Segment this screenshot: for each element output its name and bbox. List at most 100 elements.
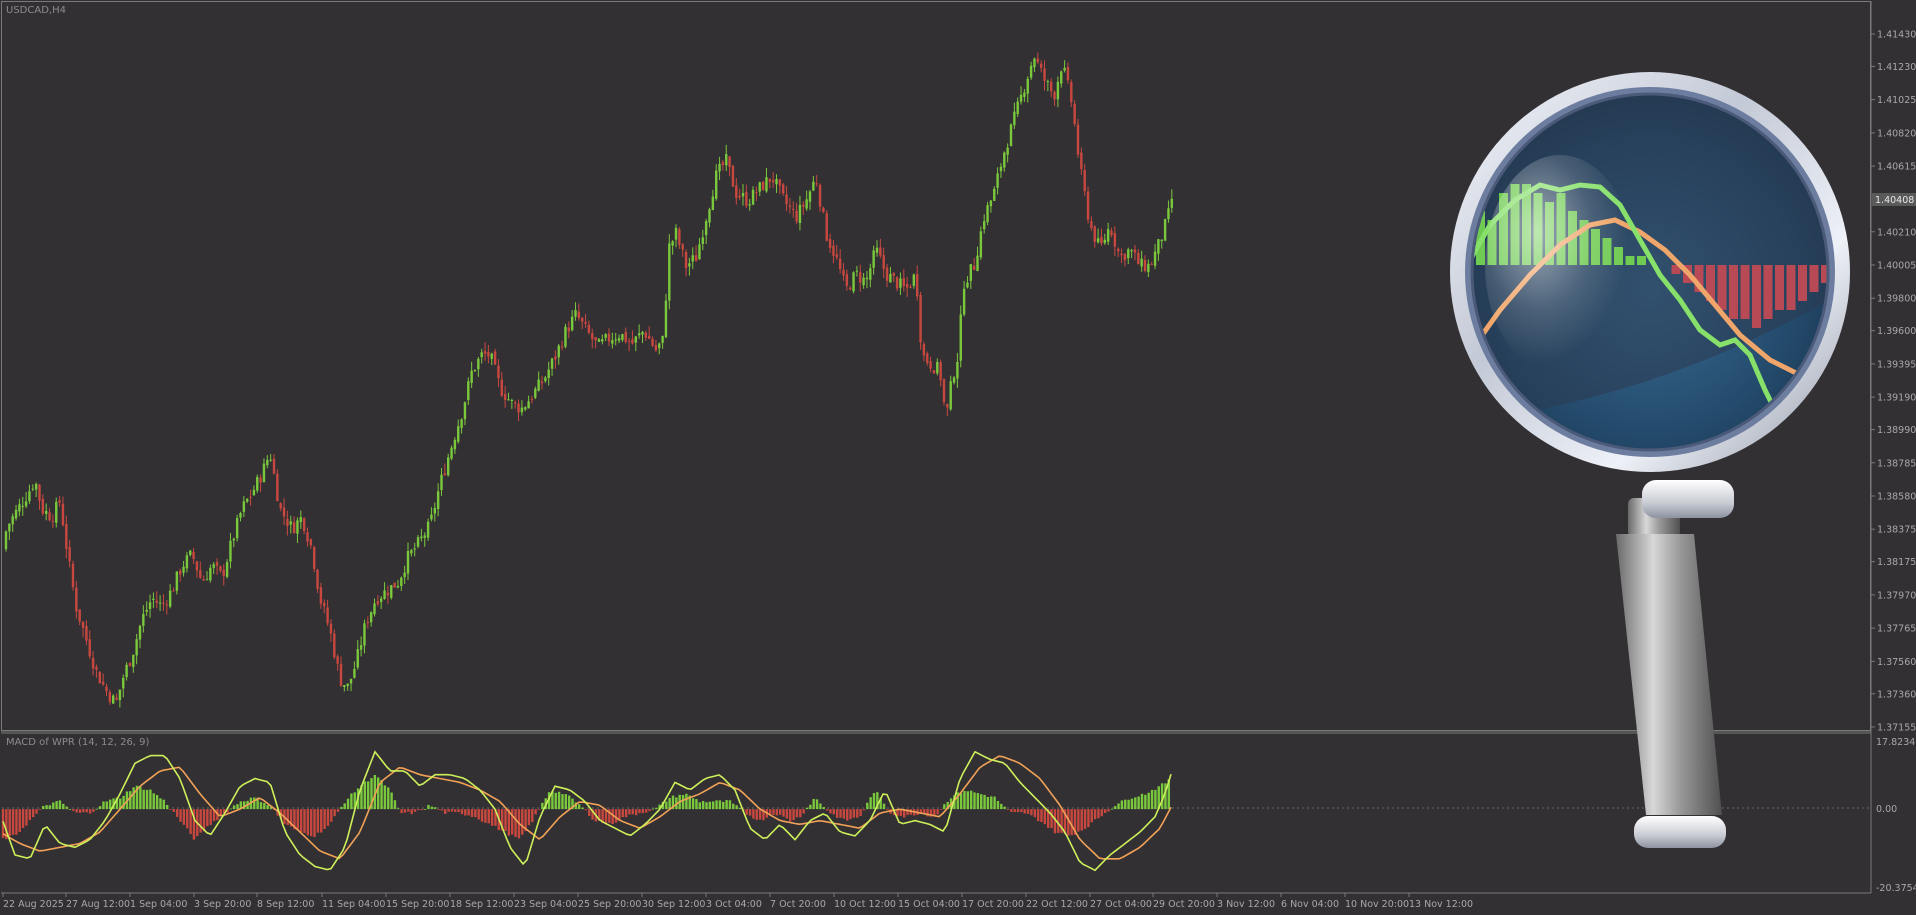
candle-body — [859, 272, 862, 283]
candle-body — [654, 344, 658, 351]
candle-body — [1070, 82, 1073, 103]
histogram-bar — [1080, 809, 1083, 831]
candle-body — [390, 585, 393, 598]
candle-body — [835, 254, 838, 258]
candle-body — [400, 577, 403, 587]
candle-body — [1066, 67, 1070, 81]
candle-body — [574, 310, 577, 317]
candle-body — [865, 277, 869, 280]
candle-body — [972, 265, 976, 270]
chart-window[interactable]: USDCAD,H4 MACD of WPR (14, 12, 26, 9) 1.… — [0, 0, 1916, 915]
zoom-histogram-bar — [1775, 265, 1784, 310]
histogram-bar — [35, 809, 38, 814]
histogram-bar — [1077, 809, 1080, 832]
candle-body — [1153, 251, 1157, 266]
histogram-bar — [427, 804, 430, 810]
histogram-bar — [1020, 809, 1023, 813]
candle-body — [818, 184, 822, 207]
candle-body — [380, 598, 383, 602]
candle-body — [309, 539, 313, 546]
histogram-bar — [1070, 809, 1073, 836]
histogram-bar — [176, 809, 179, 817]
histogram-bar — [1023, 809, 1026, 814]
histogram-bar — [799, 809, 802, 818]
histogram-bar — [1097, 809, 1100, 819]
candle-body — [138, 625, 142, 640]
histogram-bar — [433, 807, 437, 810]
candle-body — [537, 379, 540, 391]
histogram-bar — [755, 809, 758, 820]
candle-body — [497, 365, 500, 379]
candle-body — [232, 538, 235, 541]
candle-body — [78, 609, 81, 622]
candle-body — [671, 241, 674, 246]
histogram-bar — [866, 802, 869, 810]
histogram-bar — [1103, 809, 1107, 813]
histogram-bar — [457, 809, 460, 813]
histogram-bar — [1140, 793, 1144, 810]
candle-body — [302, 518, 306, 532]
histogram-bar — [447, 809, 450, 812]
candle-body — [567, 327, 570, 332]
histogram-bar — [862, 809, 866, 811]
candle-body — [1053, 91, 1056, 100]
histogram-bar — [350, 793, 353, 810]
time-tick-label: 10 Nov 20:00 — [1345, 899, 1409, 910]
candle-body — [158, 602, 162, 604]
candle-body — [28, 491, 31, 502]
candle-body — [259, 477, 262, 483]
histogram-bar — [842, 809, 846, 819]
candle-body — [289, 521, 292, 525]
candle-body — [550, 358, 554, 369]
candle-body — [152, 598, 155, 600]
histogram-bar — [1120, 800, 1124, 810]
candle-body — [202, 579, 205, 581]
histogram-bar — [698, 802, 701, 810]
histogram-bar — [785, 809, 789, 819]
price-tick-label: 1.40615 — [1877, 162, 1916, 173]
histogram-bar — [45, 805, 48, 810]
candle-body — [1133, 249, 1137, 253]
candle-body — [1016, 101, 1019, 115]
histogram-bar — [52, 802, 55, 810]
candle-body — [1100, 236, 1103, 244]
histogram-bar — [557, 791, 561, 810]
candle-body — [966, 282, 969, 288]
histogram-bar — [772, 809, 775, 815]
histogram-bar — [789, 809, 792, 822]
histogram-bar — [306, 809, 310, 836]
candle-body — [343, 685, 346, 688]
price-tick-label: 1.40820 — [1877, 128, 1916, 139]
candle-body — [869, 268, 872, 280]
histogram-bar — [393, 800, 397, 810]
histogram-bar — [996, 800, 1000, 810]
candle-body — [256, 476, 259, 491]
histogram-bar — [641, 809, 645, 814]
histogram-bar — [28, 809, 31, 821]
candle-body — [108, 691, 112, 702]
histogram-bar — [521, 809, 524, 835]
candle-body — [440, 474, 443, 491]
candle-body — [1013, 111, 1016, 126]
candle-body — [748, 204, 751, 206]
histogram-bar — [1154, 789, 1157, 810]
candle-body — [269, 459, 272, 461]
candle-body — [31, 488, 34, 490]
candle-body — [460, 419, 463, 428]
candle-body — [1167, 208, 1170, 220]
histogram-bar — [1130, 798, 1134, 810]
histogram-bar — [886, 809, 889, 810]
candle-body — [349, 678, 353, 684]
candle-body — [983, 221, 986, 230]
histogram-bar — [92, 809, 95, 812]
histogram-bar — [229, 808, 232, 810]
histogram-bar — [343, 803, 346, 810]
histogram-bar — [993, 796, 996, 810]
candle-body — [637, 333, 641, 336]
candle-body — [611, 340, 614, 344]
histogram-bar — [236, 804, 239, 810]
candle-body — [333, 633, 336, 658]
candle-body — [570, 316, 574, 331]
candle-body — [262, 463, 266, 483]
candle-body — [55, 501, 58, 523]
